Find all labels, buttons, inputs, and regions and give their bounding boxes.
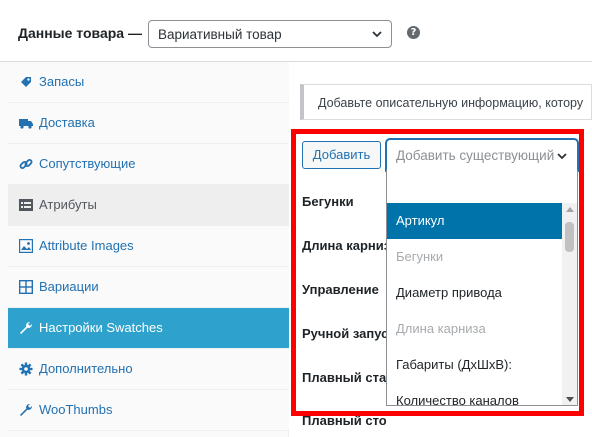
attributes-icon (19, 199, 33, 211)
tab-attributes[interactable]: Атрибуты (8, 185, 289, 226)
product-type-value: Вариативный товар (158, 27, 282, 42)
help-icon[interactable]: ? (407, 26, 420, 39)
wrench-icon (20, 403, 33, 416)
tab-variations[interactable]: Вариации (8, 267, 289, 308)
grid-icon (19, 280, 33, 294)
gear-icon (19, 362, 33, 376)
tab-woothumbs[interactable]: WooThumbs (8, 390, 289, 431)
tab-inventory[interactable]: Запасы (8, 62, 289, 103)
tab-label: Дополнительно (39, 361, 133, 376)
link-icon (19, 159, 33, 169)
tab-label: Запасы (39, 74, 85, 89)
notice-text: Добавьте описательную информацию, котору (318, 96, 584, 110)
product-data-title: Данные товара — (18, 25, 142, 41)
image-icon (19, 239, 33, 253)
product-data-header: Данные товара — Вариативный товар ? (0, 0, 592, 62)
tab-swatches-settings[interactable]: Настройки Swatches (8, 308, 289, 349)
tab-shipping[interactable]: Доставка (8, 103, 289, 144)
tab-label: Доставка (39, 115, 95, 130)
truck-icon (19, 119, 33, 129)
wrench-icon (20, 321, 33, 334)
tab-label: Сопутствующие (39, 156, 136, 171)
chevron-down-icon (372, 31, 382, 38)
tab-label: Настройки Swatches (39, 320, 163, 335)
tab-attribute-images[interactable]: Attribute Images (8, 226, 289, 267)
inventory-icon (21, 77, 31, 87)
tab-label: Attribute Images (39, 238, 134, 253)
annotation-highlight-box (291, 129, 584, 416)
tab-linked-products[interactable]: Сопутствующие (8, 144, 289, 185)
tab-advanced[interactable]: Дополнительно (8, 349, 289, 390)
tab-label: Атрибуты (39, 197, 97, 212)
tab-label: Вариации (39, 279, 99, 294)
info-notice: Добавьте описательную информацию, котору (300, 84, 592, 120)
tab-label: WooThumbs (39, 402, 113, 417)
product-type-select[interactable]: Вариативный товар (148, 20, 392, 48)
